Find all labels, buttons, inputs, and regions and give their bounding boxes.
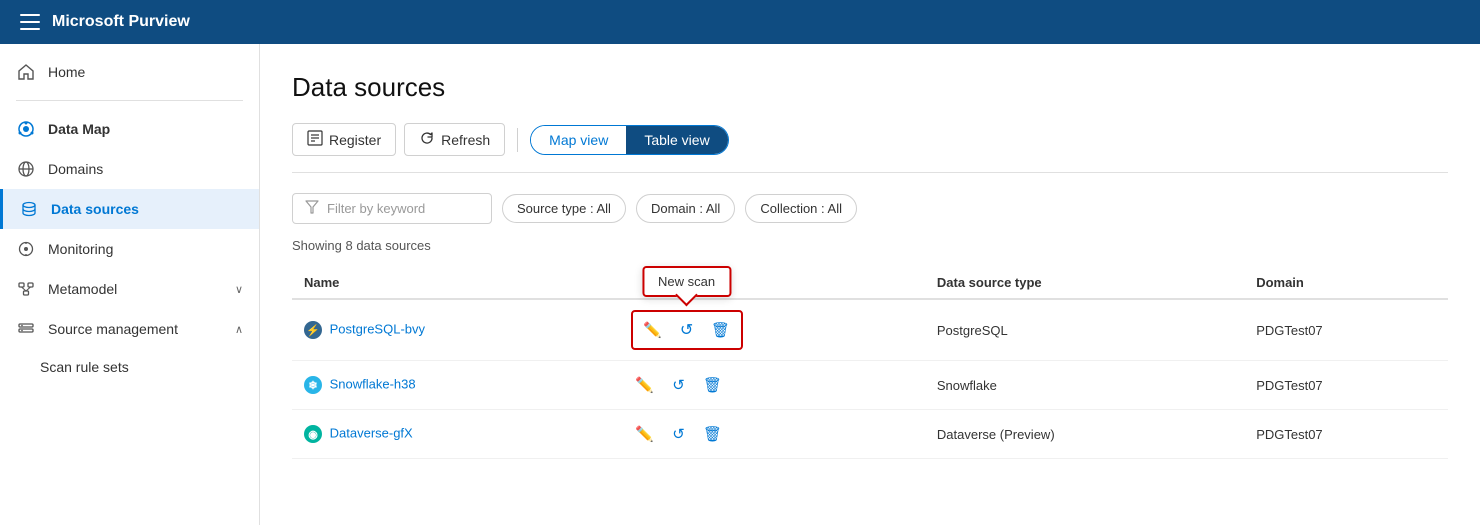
keyword-placeholder: Filter by keyword [327,201,425,216]
source-name-cell: ❄ Snowflake-h38 [292,361,619,410]
page-title: Data sources [292,72,1448,103]
sidebar-divider [16,100,243,101]
refresh-icon [419,130,435,149]
col-name: Name [292,267,619,299]
register-button[interactable]: Register [292,123,396,156]
sidebar-monitoring-label: Monitoring [48,241,113,257]
source-type-cell: Snowflake [925,361,1244,410]
col-domain: Domain [1244,267,1448,299]
source-domain-cell: PDGTest07 [1244,361,1448,410]
source-domain-cell: PDGTest07 [1244,299,1448,361]
source-link-dataverse[interactable]: Dataverse-gfX [330,426,413,441]
register-label: Register [329,132,381,148]
collection-filter[interactable]: Collection : All [745,194,857,223]
filter-icon [305,200,319,217]
source-type-cell: Dataverse (Preview) [925,410,1244,459]
sidebar-home-label: Home [48,64,85,80]
sidebar-item-data-sources[interactable]: Data sources [0,189,259,229]
col-type: Data source type [925,267,1244,299]
sidebar-metamodel-label: Metamodel [48,281,117,297]
source-name-cell: ⚡ PostgreSQL-bvy [292,299,619,361]
data-map-icon [16,119,36,139]
sidebar-data-sources-label: Data sources [51,201,139,217]
source-name-cell: ◉ Dataverse-gfX [292,410,619,459]
content-area: Data sources Register [260,44,1480,525]
scan-icon[interactable]: ↺ [665,371,693,399]
edit-icon[interactable]: ✏️ [631,420,659,448]
keyword-filter-input[interactable]: Filter by keyword [292,193,492,224]
sidebar-item-domains[interactable]: Domains [0,149,259,189]
main-layout: Home Data Map [0,44,1480,525]
delete-icon[interactable]: 🗑 [707,316,735,344]
metamodel-chevron-down-icon: ∨ [235,283,243,296]
sidebar-item-source-management[interactable]: Source management ∧ [0,309,259,349]
dataverse-icon: ◉ [304,425,322,443]
sidebar-item-home[interactable]: Home [0,52,259,92]
source-actions-cell: ✏️ ↺ 🗑 [619,410,925,459]
source-type-cell: PostgreSQL [925,299,1244,361]
domain-filter-label: Domain : All [651,201,720,216]
domains-icon [16,159,36,179]
source-domain-cell: PDGTest07 [1244,410,1448,459]
data-sources-icon [19,199,39,219]
row-actions-postgresql: New scan ✏️ ↺ 🗑 [631,310,913,350]
collection-filter-label: Collection : All [760,201,842,216]
toolbar: Register Refresh Map view Table view [292,123,1448,173]
source-type-filter-label: Source type : All [517,201,611,216]
sidebar-scan-rule-sets-label: Scan rule sets [40,359,129,375]
data-sources-table: Name Data source type Domain ⚡ PostgreSQ… [292,267,1448,459]
register-icon [307,130,323,149]
refresh-label: Refresh [441,132,490,148]
table-view-label: Table view [644,132,709,148]
app-title: Microsoft Purview [52,13,190,31]
snowflake-icon: ❄ [304,376,322,394]
table-row: ◉ Dataverse-gfX ✏️ ↺ 🗑 Dataverse (Previe… [292,410,1448,459]
sidebar-item-monitoring[interactable]: Monitoring [0,229,259,269]
filters-row: Filter by keyword Source type : All Doma… [292,193,1448,224]
topbar: Microsoft Purview [0,0,1480,44]
delete-icon[interactable]: 🗑 [699,371,727,399]
source-link-snowflake[interactable]: Snowflake-h38 [330,377,416,392]
edit-icon[interactable]: ✏️ [631,371,659,399]
sidebar-item-scan-rule-sets[interactable]: Scan rule sets [0,349,259,385]
postgresql-icon: ⚡ [304,321,322,339]
source-link-postgresql[interactable]: PostgreSQL-bvy [330,322,425,337]
toolbar-divider [517,128,518,152]
source-mgmt-icon [16,319,36,339]
table-row: ❄ Snowflake-h38 ✏️ ↺ 🗑 Snowflake PDGTest… [292,361,1448,410]
sidebar-data-map-section: Data Map [0,109,259,149]
source-mgmt-chevron-up-icon: ∧ [235,323,243,336]
sidebar-source-mgmt-label: Source management [48,321,178,337]
table-header-row: Name Data source type Domain [292,267,1448,299]
source-type-filter[interactable]: Source type : All [502,194,626,223]
source-actions-cell: New scan ✏️ ↺ 🗑 [619,299,925,361]
edit-icon[interactable]: ✏️ [639,316,667,344]
row-actions-snowflake: ✏️ ↺ 🗑 [631,371,913,399]
sidebar-domains-label: Domains [48,161,103,177]
sidebar-item-metamodel[interactable]: Metamodel ∨ [0,269,259,309]
map-view-label: Map view [549,132,608,148]
view-toggle: Map view Table view [530,125,729,155]
source-actions-cell: ✏️ ↺ 🗑 [619,361,925,410]
home-icon [16,62,36,82]
new-scan-popup: New scan [642,266,731,297]
scan-icon[interactable]: ↺ [673,316,701,344]
map-view-button[interactable]: Map view [531,126,626,154]
delete-icon[interactable]: 🗑 [699,420,727,448]
hamburger-menu-icon[interactable] [20,14,40,30]
data-count: Showing 8 data sources [292,238,1448,253]
sidebar-data-map-label: Data Map [48,121,110,137]
refresh-button[interactable]: Refresh [404,123,505,156]
metamodel-icon [16,279,36,299]
monitoring-icon [16,239,36,259]
table-row: ⚡ PostgreSQL-bvy New scan ✏️ ↺ 🗑 [292,299,1448,361]
popup-outer-border: ✏️ ↺ 🗑 [631,310,743,350]
domain-filter[interactable]: Domain : All [636,194,735,223]
table-view-button[interactable]: Table view [626,126,727,154]
scan-icon[interactable]: ↺ [665,420,693,448]
sidebar: Home Data Map [0,44,260,525]
row-actions-dataverse: ✏️ ↺ 🗑 [631,420,913,448]
